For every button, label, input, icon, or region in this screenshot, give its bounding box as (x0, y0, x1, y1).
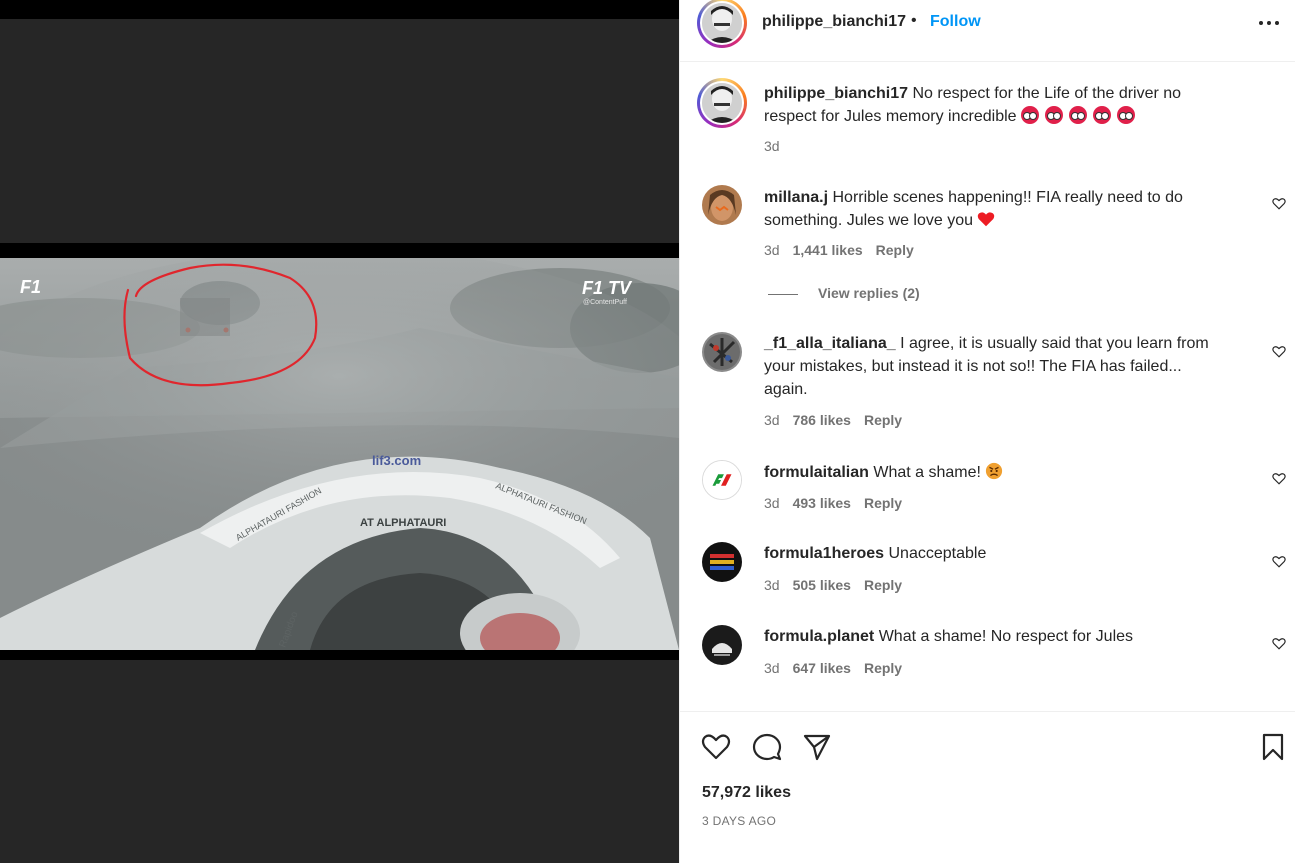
profile-photo (702, 83, 742, 123)
comment-time[interactable]: 3d (764, 495, 780, 511)
caption-avatar[interactable] (697, 78, 747, 128)
comment-username[interactable]: _f1_alla_italiana_ (764, 335, 896, 352)
eyes-emoji-icon (1069, 106, 1087, 124)
post-username[interactable]: philippe_bianchi17 (762, 13, 906, 31)
profile-photo (702, 3, 742, 43)
comment-likes[interactable]: 505 likes (793, 577, 851, 593)
reply-button[interactable]: Reply (864, 660, 902, 676)
comment-bubble-icon[interactable] (752, 732, 782, 762)
like-heart-icon[interactable] (701, 732, 731, 762)
reply-button[interactable]: Reply (864, 412, 902, 428)
like-comment-heart-icon[interactable] (1272, 472, 1286, 485)
caption-username[interactable]: philippe_bianchi17 (764, 85, 908, 102)
angry-face-icon (986, 462, 1003, 480)
f1tv-logo: F1 TV (582, 278, 633, 298)
eyes-emoji-icon (1117, 106, 1135, 124)
comment-likes[interactable]: 1,441 likes (793, 242, 863, 258)
caption-time[interactable]: 3d (764, 138, 780, 154)
comment-text: What a shame! No respect for Jules (878, 628, 1134, 645)
car-sponsor-top: lif3.com (372, 453, 421, 468)
post-actions: 57,972 likes 3 DAYS AGO (680, 711, 1295, 863)
more-options-icon[interactable] (1258, 20, 1280, 26)
comment-username[interactable]: formula.planet (764, 628, 874, 645)
like-comment-heart-icon[interactable] (1272, 555, 1286, 568)
f1-logo: F1 (20, 277, 41, 297)
car-brand: AT ALPHATAURI (360, 517, 446, 529)
comment-username[interactable]: formulaitalian (764, 464, 869, 481)
media-pane: lif3.com ALPHATAURI FASHION ALPHATAURI F… (0, 0, 679, 863)
comment-avatar[interactable] (702, 460, 742, 500)
red-heart-icon (978, 212, 995, 227)
reply-button[interactable]: Reply (864, 577, 902, 593)
post-header: philippe_bianchi17 • Follow (680, 0, 1295, 62)
post-likes-count[interactable]: 57,972 likes (702, 784, 791, 802)
eyes-emoji-icon (1021, 106, 1039, 124)
comment-avatar[interactable] (702, 542, 742, 582)
replies-divider (768, 293, 798, 295)
video-watermark: @ContentPuff (583, 299, 627, 306)
avatar-photo (702, 185, 742, 225)
reply-button[interactable]: Reply (864, 495, 902, 511)
view-replies-button[interactable]: View replies (2) (768, 285, 920, 301)
comment-avatar[interactable] (702, 332, 742, 372)
avatar-photo (703, 461, 741, 499)
share-send-icon[interactable] (802, 732, 832, 762)
comment-text: What a shame! (873, 464, 981, 481)
separator-dot: • (911, 12, 917, 29)
avatar-photo (702, 542, 742, 582)
comment-time[interactable]: 3d (764, 577, 780, 593)
like-comment-heart-icon[interactable] (1272, 197, 1286, 210)
comment-time[interactable]: 3d (764, 242, 780, 258)
post-timestamp[interactable]: 3 DAYS AGO (702, 814, 776, 828)
video-frame[interactable]: lif3.com ALPHATAURI FASHION ALPHATAURI F… (0, 258, 679, 650)
media-top-bar (0, 0, 679, 19)
post-sidebar: philippe_bianchi17 • Follow philippe_bia… (679, 0, 1295, 863)
comment-time[interactable]: 3d (764, 412, 780, 428)
caption-emojis (1021, 106, 1141, 125)
comment-avatar[interactable] (702, 625, 742, 665)
comment-username[interactable]: formula1heroes (764, 545, 884, 562)
like-comment-heart-icon[interactable] (1272, 345, 1286, 358)
avatar-photo (702, 332, 742, 372)
comment-likes[interactable]: 647 likes (793, 660, 851, 676)
like-comment-heart-icon[interactable] (1272, 637, 1286, 650)
reply-button[interactable]: Reply (876, 242, 914, 258)
video-still: lif3.com ALPHATAURI FASHION ALPHATAURI F… (0, 258, 679, 650)
eyes-emoji-icon (1045, 106, 1063, 124)
comment-username[interactable]: millana.j (764, 189, 828, 206)
comment-likes[interactable]: 786 likes (793, 412, 851, 428)
view-replies-label: View replies (2) (818, 285, 920, 301)
follow-button[interactable]: Follow (930, 13, 981, 31)
save-bookmark-icon[interactable] (1258, 732, 1288, 762)
comment-time[interactable]: 3d (764, 660, 780, 676)
comment-avatar[interactable] (702, 185, 742, 225)
avatar[interactable] (697, 0, 747, 48)
eyes-emoji-icon (1093, 106, 1111, 124)
avatar-photo (702, 625, 742, 665)
comment-likes[interactable]: 493 likes (793, 495, 851, 511)
comment-text: Unacceptable (888, 545, 987, 562)
